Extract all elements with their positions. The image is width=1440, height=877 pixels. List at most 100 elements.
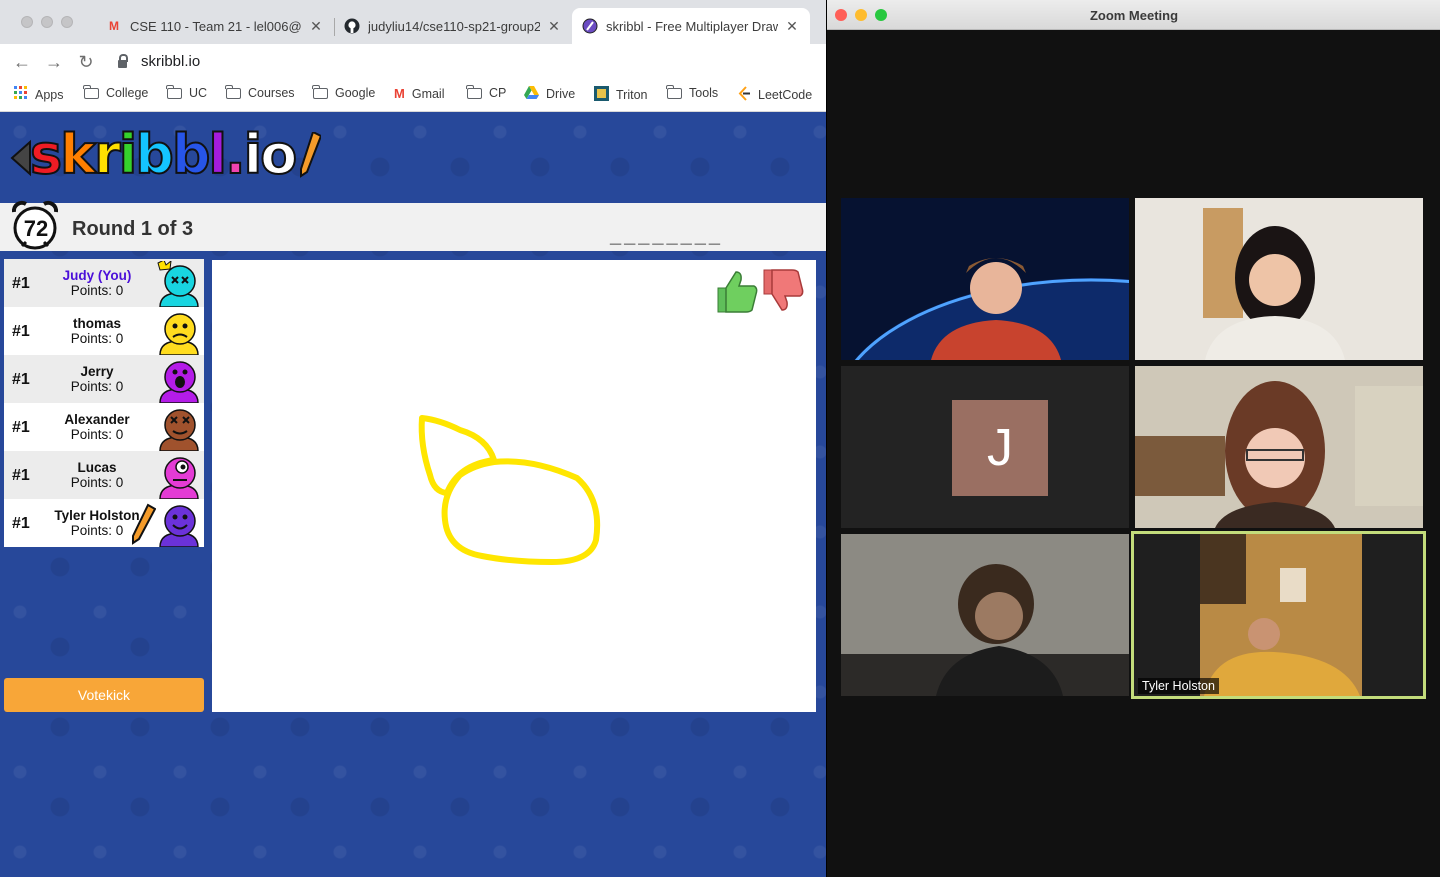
bookmark-apps[interactable]: Apps — [14, 86, 64, 103]
video-feed — [854, 258, 1129, 360]
tab-skribbl[interactable]: skribbl - Free Multiplayer Drawing & Gue… — [572, 8, 810, 44]
player-row[interactable]: #1 Lucas Points: 0 — [4, 451, 204, 499]
player-row[interactable]: #1 Alexander Points: 0 — [4, 403, 204, 451]
player-rank: #1 — [12, 515, 30, 532]
forward-arrow-icon[interactable]: → — [44, 52, 64, 72]
video-feed — [1134, 534, 1423, 696]
timer-value: 72 — [23, 216, 49, 241]
active-speaker-tile[interactable]: Tyler Holston — [1131, 531, 1426, 699]
player-name: thomas — [72, 316, 121, 331]
thumbs-down-icon[interactable] — [760, 268, 806, 314]
word-hint: ________ — [610, 225, 723, 247]
participant-name: Tyler Holston — [1138, 678, 1219, 694]
player-row[interactable]: #1 thomas Points: 0 — [4, 307, 204, 355]
skribbl-icon — [582, 18, 598, 34]
player-rank: #1 — [12, 275, 30, 292]
bookmark-college[interactable]: College — [83, 84, 148, 100]
folder-icon — [225, 84, 241, 99]
bookmark-drive[interactable]: Drive — [524, 86, 575, 102]
video-tile[interactable]: J — [841, 366, 1129, 528]
bookmarks-bar: Apps College UC Courses Google M Gmail CP… — [0, 80, 826, 112]
player-name: Alexander — [64, 412, 130, 427]
tab-bar: M CSE 110 - Team 21 - lel006@ucsd.edu ✕ … — [0, 0, 826, 44]
github-icon — [344, 18, 360, 34]
zoom-window-button[interactable] — [61, 16, 73, 28]
player-points: Points: 0 — [70, 379, 124, 394]
video-tile[interactable] — [1135, 198, 1423, 360]
bookmark-uc[interactable]: UC — [166, 84, 207, 100]
bookmark-courses[interactable]: Courses — [225, 84, 295, 100]
avatar — [157, 261, 199, 307]
player-row[interactable]: #1 Judy (You) Points: 0 — [4, 259, 204, 307]
votekick-button[interactable]: Votekick — [4, 678, 204, 712]
address-bar: ← → ↻ skribbl.io — [0, 44, 826, 80]
player-rank: #1 — [12, 371, 30, 388]
folder-icon — [466, 84, 482, 99]
player-points: Points: 0 — [70, 283, 124, 298]
browser-window: M CSE 110 - Team 21 - lel006@ucsd.edu ✕ … — [0, 0, 826, 877]
player-rank: #1 — [12, 323, 30, 340]
participant-initial: J — [952, 400, 1048, 496]
tab-github[interactable]: judyliu14/cse110-sp21-group21 ✕ — [334, 8, 572, 44]
player-name: Judy (You) — [62, 268, 132, 283]
drive-icon — [524, 86, 539, 102]
video-tile[interactable] — [841, 198, 1129, 360]
leetcode-icon — [737, 86, 751, 104]
player-points: Points: 0 — [70, 331, 124, 346]
tab-title: skribbl - Free Multiplayer Drawing & Gue… — [606, 18, 778, 34]
skribbl-logo[interactable]: skribbl.io — [10, 122, 322, 187]
tab-gmail[interactable]: M CSE 110 - Team 21 - lel006@ucsd.edu ✕ — [96, 8, 334, 44]
lock-icon — [118, 53, 128, 68]
bookmark-cp[interactable]: CP — [466, 84, 506, 100]
avatar — [159, 313, 199, 355]
avatar — [159, 361, 199, 403]
player-points: Points: 0 — [70, 427, 124, 442]
url-field[interactable]: skribbl.io — [118, 53, 200, 70]
player-row[interactable]: #1 Tyler Holston Points: 0 — [4, 499, 204, 547]
avatar — [159, 457, 199, 499]
avatar — [159, 409, 199, 451]
player-points: Points: 0 — [70, 475, 124, 490]
pencil-icon — [132, 503, 156, 545]
triton-icon — [594, 86, 609, 104]
close-tab-icon[interactable]: ✕ — [546, 18, 562, 35]
folder-icon — [83, 84, 99, 99]
pencil-icon — [300, 132, 322, 178]
video-tile[interactable] — [1135, 366, 1423, 528]
round-indicator: Round 1 of 3 — [72, 218, 194, 240]
video-feed — [841, 534, 1129, 696]
url-text: skribbl.io — [141, 53, 201, 70]
player-name: Jerry — [80, 364, 114, 379]
bookmark-gmail[interactable]: M Gmail — [394, 86, 445, 101]
player-rank: #1 — [12, 467, 30, 484]
back-arrow-icon — [10, 139, 31, 177]
close-tab-icon[interactable]: ✕ — [784, 18, 800, 35]
player-rank: #1 — [12, 419, 30, 436]
bookmark-google[interactable]: Google — [312, 84, 375, 100]
bookmark-leetcode[interactable]: LeetCode — [737, 86, 812, 104]
bookmark-triton[interactable]: Triton — [594, 86, 648, 104]
reload-icon[interactable]: ↻ — [76, 52, 96, 72]
player-name: Lucas — [77, 460, 117, 475]
tab-title: CSE 110 - Team 21 - lel006@ucsd.edu — [130, 18, 302, 34]
player-row[interactable]: #1 Jerry Points: 0 — [4, 355, 204, 403]
drawing-canvas[interactable] — [212, 260, 816, 712]
video-tile[interactable] — [841, 534, 1129, 696]
avatar — [159, 505, 199, 547]
crown-icon — [157, 261, 172, 271]
tab-title: judyliu14/cse110-sp21-group21 — [368, 18, 540, 34]
minimize-window-button[interactable] — [41, 16, 53, 28]
thumbs-up-icon[interactable] — [714, 268, 760, 314]
close-window-button[interactable] — [21, 16, 33, 28]
folder-icon — [166, 84, 182, 99]
close-tab-icon[interactable]: ✕ — [308, 18, 324, 35]
zoom-window-title: Zoom Meeting — [1089, 8, 1179, 23]
back-arrow-icon[interactable]: ← — [12, 52, 32, 72]
player-list: #1 Judy (You) Points: 0 #1 thomas Points… — [4, 259, 204, 547]
folder-icon — [312, 84, 328, 99]
apps-grid-icon — [14, 86, 28, 103]
zoom-title-bar: Zoom Meeting — [827, 0, 1440, 30]
bookmark-tools[interactable]: Tools — [666, 84, 718, 100]
gmail-icon: M — [394, 86, 405, 101]
video-feed — [1135, 198, 1423, 360]
